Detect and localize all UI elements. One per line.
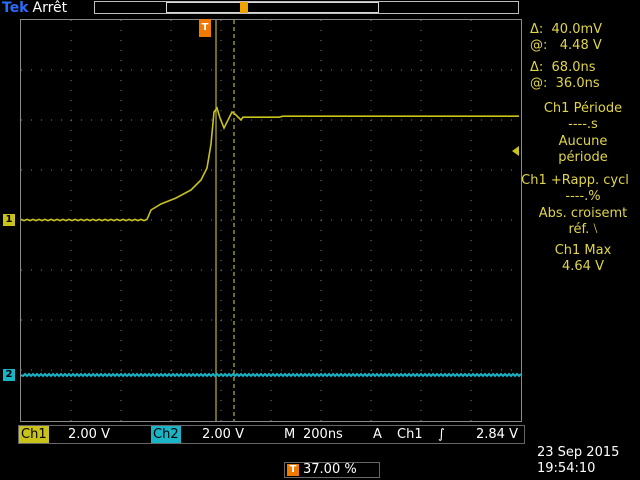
horizontal-position[interactable]: T 37.00 %	[284, 462, 380, 478]
cursor-at-voltage: @: 4.48 V	[530, 38, 602, 53]
trigger-level-icon[interactable]	[512, 146, 519, 156]
horizontal-position-value: 37.00 %	[303, 462, 357, 477]
cursor-delta-voltage: Δ: 40.0mV	[530, 22, 603, 37]
trigger-slope-icon: ∫	[438, 427, 445, 442]
ch1-waveform	[21, 106, 519, 222]
ch1-ground-marker[interactable]: 1	[3, 214, 15, 226]
trigger-position-icon[interactable]: T	[199, 19, 211, 37]
trigger-level[interactable]: 2.84 V	[476, 426, 518, 443]
cursor-delta-time: Δ: 68.0ns	[530, 60, 596, 75]
meas-duty-note: réf. ⧵	[568, 222, 598, 237]
meas-period-note: Aucune	[558, 134, 608, 149]
trigger-source[interactable]: Ch1	[397, 426, 423, 443]
record-trigger-icon	[240, 2, 248, 13]
meas-max-value: 4.64 V	[562, 259, 604, 274]
meas-duty-note: Abs. croisemt	[538, 206, 628, 221]
ch2-label[interactable]: Ch2	[151, 426, 181, 443]
graticule	[20, 19, 522, 422]
ch2-waveform	[21, 372, 521, 378]
date-readout: 23 Sep 2015	[537, 445, 620, 460]
status-header: Tek Arrêt	[2, 0, 67, 16]
meas-max-title: Ch1 Max	[554, 243, 612, 258]
acquisition-status: Arrêt	[32, 0, 68, 16]
cursor-at-time: @: 36.0ns	[530, 76, 600, 91]
trigger-label: A	[373, 427, 382, 442]
ch2-scale: 2.00 V	[202, 427, 244, 442]
record-view-window	[166, 2, 379, 13]
time-readout: 19:54:10	[537, 461, 596, 476]
meas-duty-title: Ch1 +Rapp. cycl	[521, 173, 629, 188]
ch2-ground-marker[interactable]: 2	[3, 369, 15, 381]
meas-period-value: ----.s	[568, 117, 598, 132]
trigger-icon: T	[287, 464, 299, 476]
ch1-scale: 2.00 V	[68, 427, 110, 442]
meas-duty-value: ----.%	[565, 189, 601, 204]
timebase-value[interactable]: 200ns	[303, 426, 343, 443]
meas-period-title: Ch1 Période	[543, 101, 623, 116]
ch1-label[interactable]: Ch1	[19, 426, 49, 443]
meas-period-note: période	[558, 150, 608, 165]
timebase-label: M	[284, 427, 296, 442]
brand-logo: Tek	[2, 0, 29, 16]
